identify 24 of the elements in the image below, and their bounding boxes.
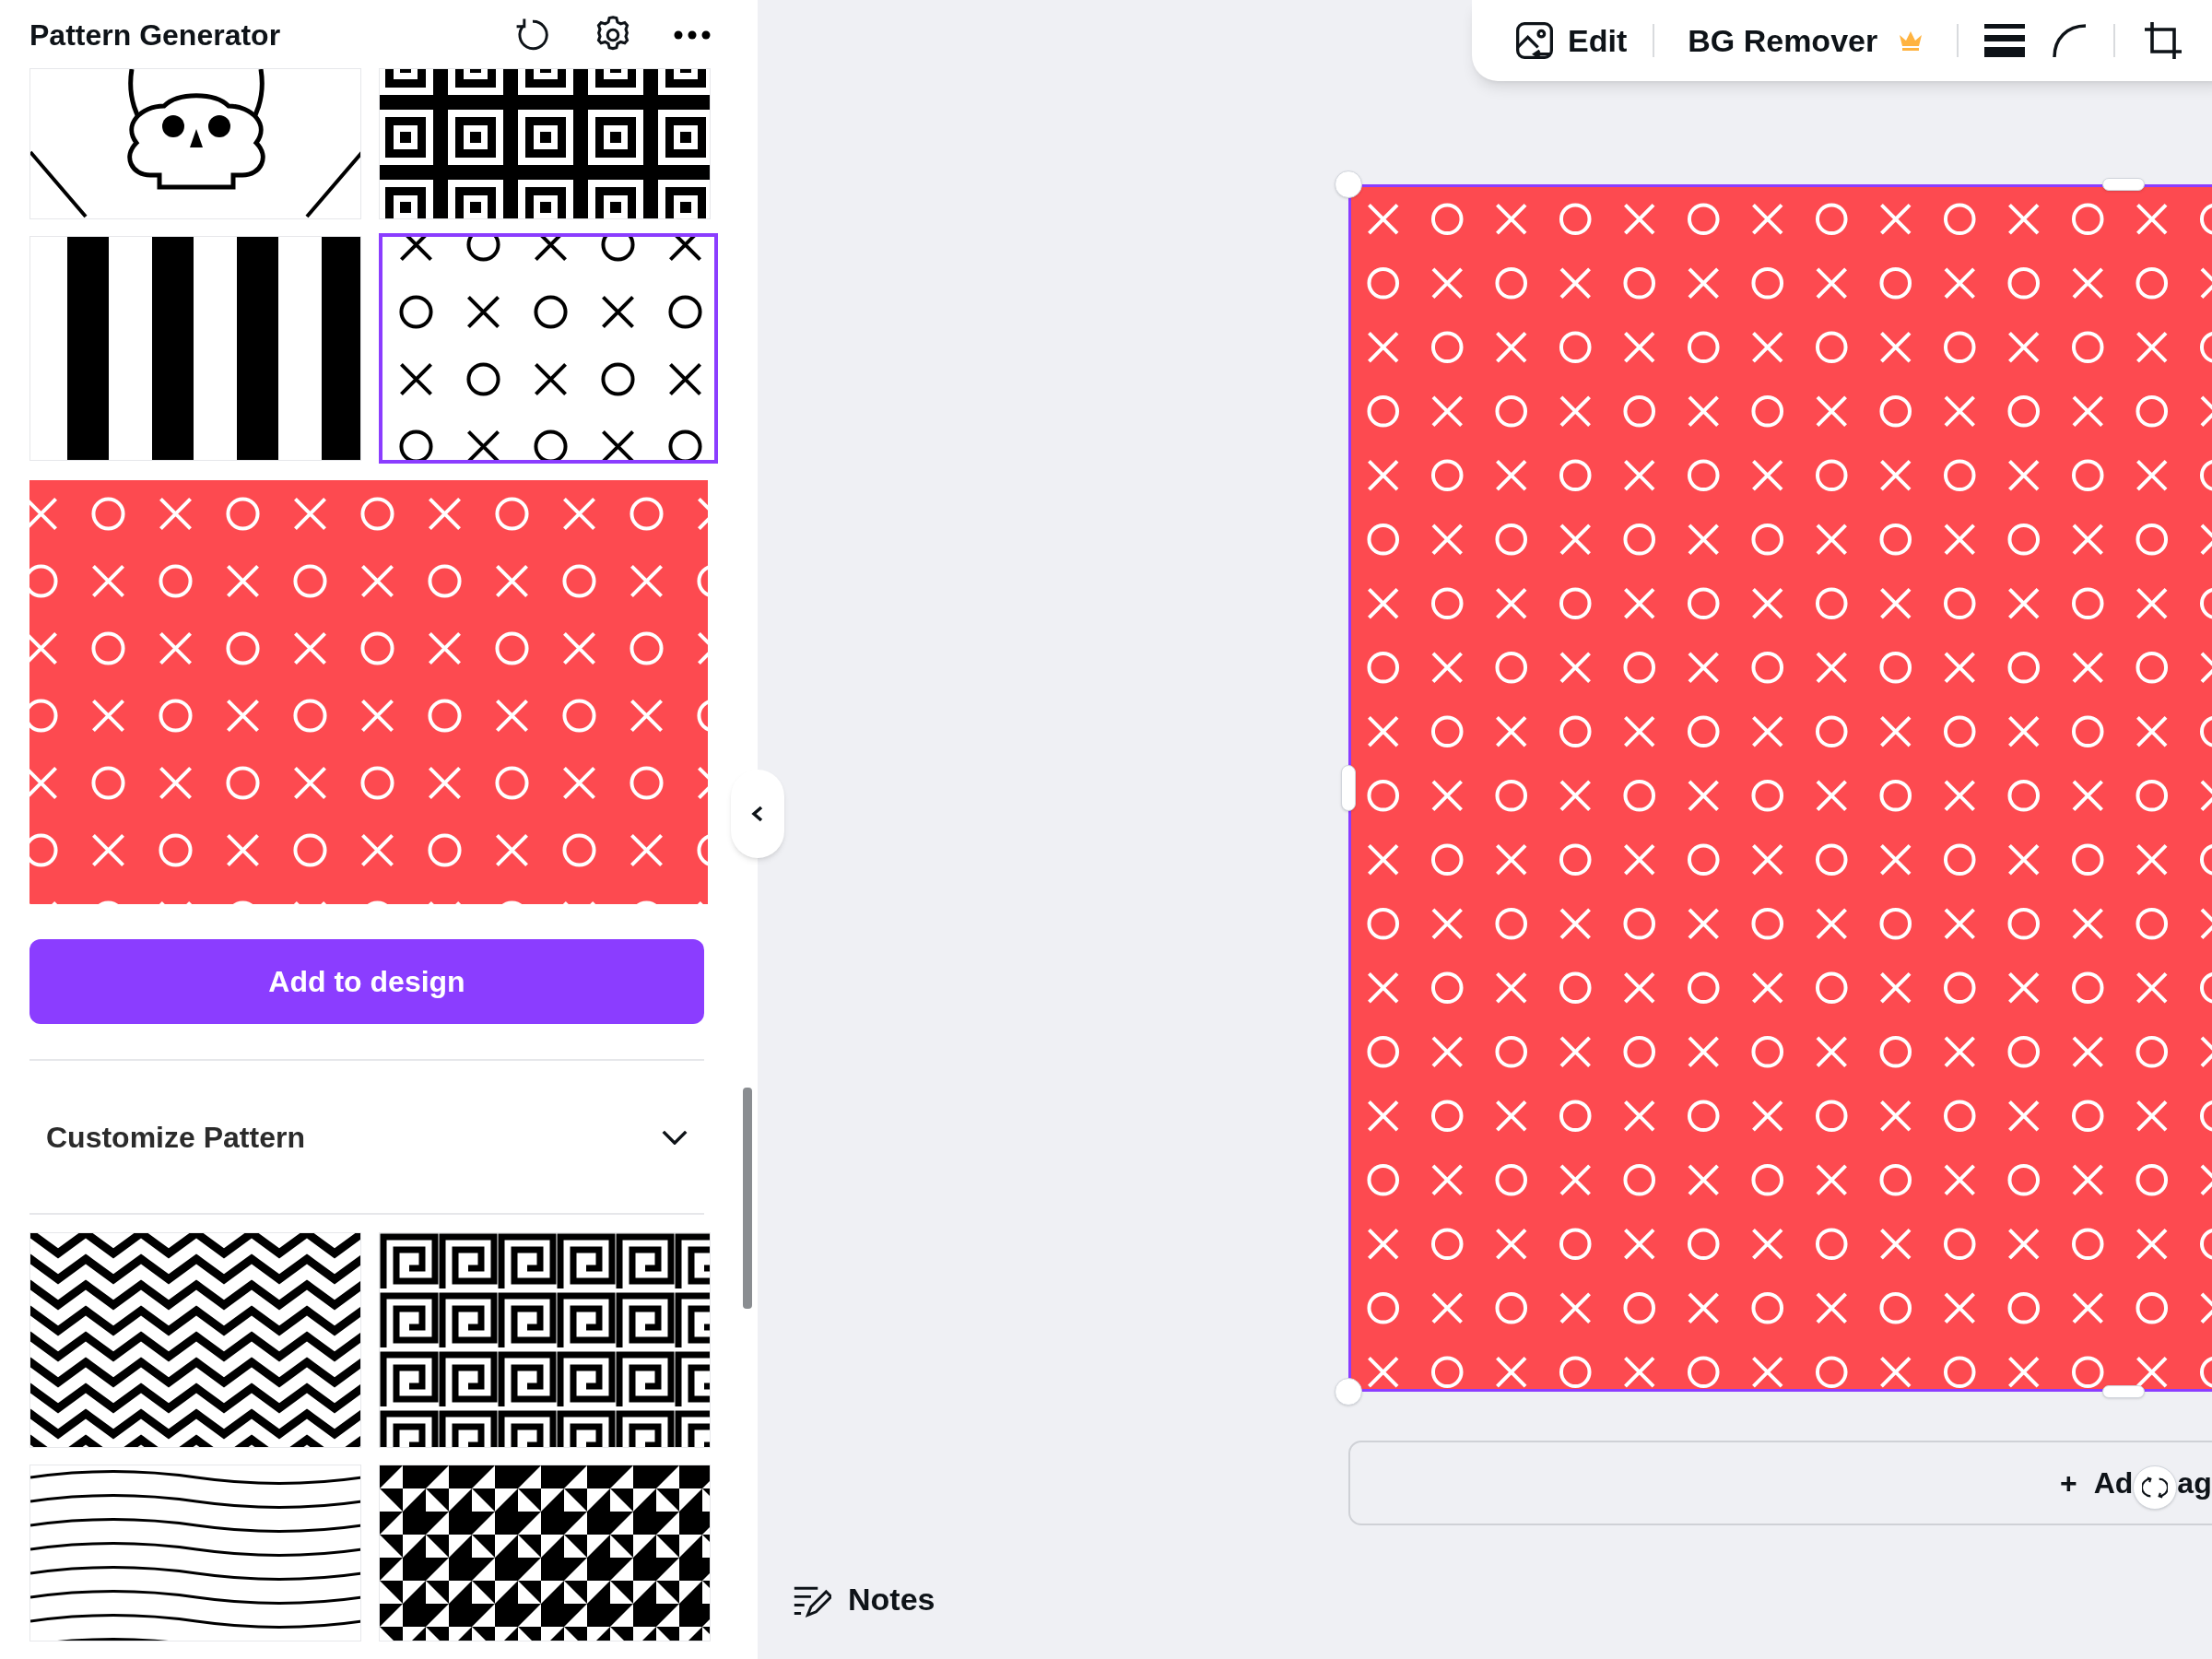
notes-label[interactable]: Notes — [848, 1576, 935, 1623]
panel-title: Pattern Generator — [29, 17, 281, 53]
bg-remover-button[interactable]: BG Remover — [1680, 17, 1932, 65]
sync-button[interactable] — [2133, 1465, 2178, 1510]
corner-curve-icon[interactable] — [2051, 22, 2088, 59]
add-page-label[interactable]: Ad — [2093, 1461, 2134, 1505]
more-icon[interactable] — [673, 29, 712, 41]
resize-handle[interactable] — [2102, 1385, 2145, 1398]
crown-icon — [1898, 29, 1924, 52]
resize-handle[interactable] — [2102, 178, 2145, 191]
add-to-design-button[interactable]: Add to design — [29, 939, 704, 1024]
add-page-label[interactable]: ag — [2177, 1461, 2212, 1505]
resize-handle[interactable] — [1335, 1378, 1362, 1406]
line-weight-icon[interactable] — [1984, 22, 2026, 59]
add-page-bar[interactable]: + Ad ag — [1348, 1441, 2212, 1525]
customize-pattern-row[interactable]: Customize Pattern — [29, 1061, 704, 1213]
plus-icon: + — [2060, 1461, 2077, 1505]
sync-icon — [2142, 1475, 2169, 1500]
image-edit-icon — [1514, 20, 1555, 61]
edit-button[interactable]: Edit — [1514, 17, 1628, 65]
scrollbar[interactable] — [743, 1088, 752, 1309]
resize-handle[interactable] — [1335, 171, 1362, 198]
pattern-thumbnail[interactable] — [379, 233, 718, 464]
resize-handle[interactable] — [1341, 765, 1356, 811]
